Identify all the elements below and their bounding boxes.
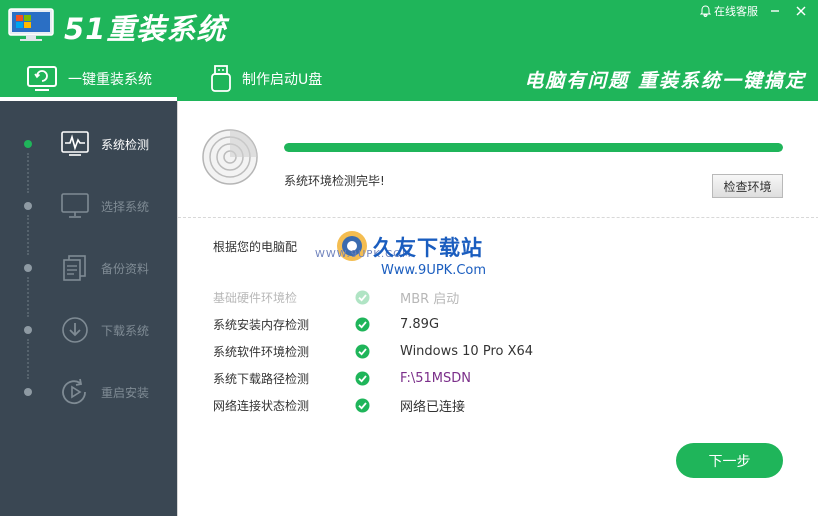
refresh-monitor-icon (27, 65, 57, 91)
restart-icon (60, 377, 90, 407)
next-step-button[interactable]: 下一步 (676, 443, 783, 478)
app-title: 51重装系统 (64, 12, 227, 46)
watermark: WWW.9UPK.COM 久友下载站 Www.9UPK.Com (315, 229, 505, 289)
check-label: 系统下载路径检测 (213, 371, 310, 386)
step-label: 下载系统 (101, 323, 150, 338)
check-row-hardware: 基础硬件环境检 MBR 启动 (213, 287, 773, 307)
tab-make-usb-label: 制作启动U盘 (242, 71, 323, 88)
tab-one-click-reinstall[interactable]: 一键重装系统 (0, 56, 177, 101)
check-value: Windows 10 Pro X64 (400, 343, 534, 359)
check-circle-icon (355, 398, 400, 413)
step-label: 选择系统 (101, 199, 150, 214)
step-label: 重启安装 (101, 385, 150, 400)
documents-icon (60, 253, 90, 283)
check-label: 网络连接状态检测 (213, 398, 310, 413)
window-controls: 在线客服 (700, 2, 810, 20)
monitor-icon (60, 191, 90, 221)
progress-fill (284, 143, 783, 152)
minimize-icon (771, 10, 779, 12)
step-restart-install: 重启安装 (0, 372, 177, 412)
check-value: MBR 启动 (400, 291, 460, 307)
step-label: 备份资料 (101, 261, 150, 276)
check-environment-button[interactable]: 检查环境 (712, 174, 783, 198)
step-choose-system: 选择系统 (0, 186, 177, 226)
check-row-download-path: 系统下载路径检测 F:\51MSDN (213, 368, 773, 388)
tab-one-click-reinstall-label: 一键重装系统 (68, 71, 152, 88)
detection-panel: 系统环境检测完毕! 检查环境 根据您的电脑配 基础硬件环境检 MBR 启动 系统… (177, 101, 818, 516)
watermark-url: Www.9UPK.Com (381, 263, 487, 278)
step-sidebar: 系统检测 选择系统 备份资料 下载系统 重启安装 (0, 101, 177, 516)
tab-make-usb[interactable]: 制作启动U盘 (210, 56, 322, 101)
step-backup-data: 备份资料 (0, 248, 177, 288)
step-dot (24, 388, 32, 396)
online-service-label: 在线客服 (714, 5, 758, 18)
check-value: 7.89G (400, 316, 440, 332)
check-row-network: 网络连接状态检测 网络已连接 (213, 395, 773, 415)
step-download-system: 下载系统 (0, 310, 177, 350)
minimize-button[interactable] (766, 2, 784, 20)
check-circle-icon (355, 344, 400, 359)
check-value: 网络已连接 (400, 399, 466, 415)
intro-text: 根据您的电脑配 (213, 240, 298, 254)
app-header: 51重装系统 在线客服 一键重装系统 制作启动U盘 电脑有问题 重装系统一键搞定 (0, 0, 818, 101)
step-label: 系统检测 (101, 137, 150, 152)
check-label: 系统软件环境检测 (213, 344, 310, 359)
step-system-check: 系统检测 (0, 124, 177, 164)
bell-icon (700, 5, 711, 17)
progress-bar (284, 143, 783, 152)
check-row-software: 系统软件环境检测 Windows 10 Pro X64 (213, 341, 773, 361)
status-text: 系统环境检测完毕! (284, 174, 385, 188)
check-row-memory: 系统安装内存检测 7.89G (213, 314, 773, 334)
step-dot (24, 264, 32, 272)
close-button[interactable] (792, 2, 810, 20)
download-icon (60, 315, 90, 345)
check-label: 基础硬件环境检 (213, 290, 298, 305)
usb-drive-icon (211, 64, 231, 92)
slogan: 电脑有问题 重装系统一键搞定 (524, 70, 806, 92)
divider (178, 217, 818, 218)
monitor-logo-icon (8, 8, 54, 41)
step-dot (24, 140, 32, 148)
radar-scan-icon (202, 129, 258, 185)
check-circle-icon (355, 317, 400, 332)
watermark-name: 久友下载站 (373, 236, 483, 260)
online-service-link[interactable]: 在线客服 (700, 3, 758, 19)
step-dot (24, 202, 32, 210)
download-path-link[interactable]: F:\51MSDN (400, 371, 471, 386)
check-circle-icon (355, 371, 400, 386)
close-icon (796, 6, 806, 16)
pulse-monitor-icon (60, 129, 90, 159)
check-label: 系统安装内存检测 (213, 317, 310, 332)
check-circle-icon (355, 290, 400, 305)
step-dot (24, 326, 32, 334)
